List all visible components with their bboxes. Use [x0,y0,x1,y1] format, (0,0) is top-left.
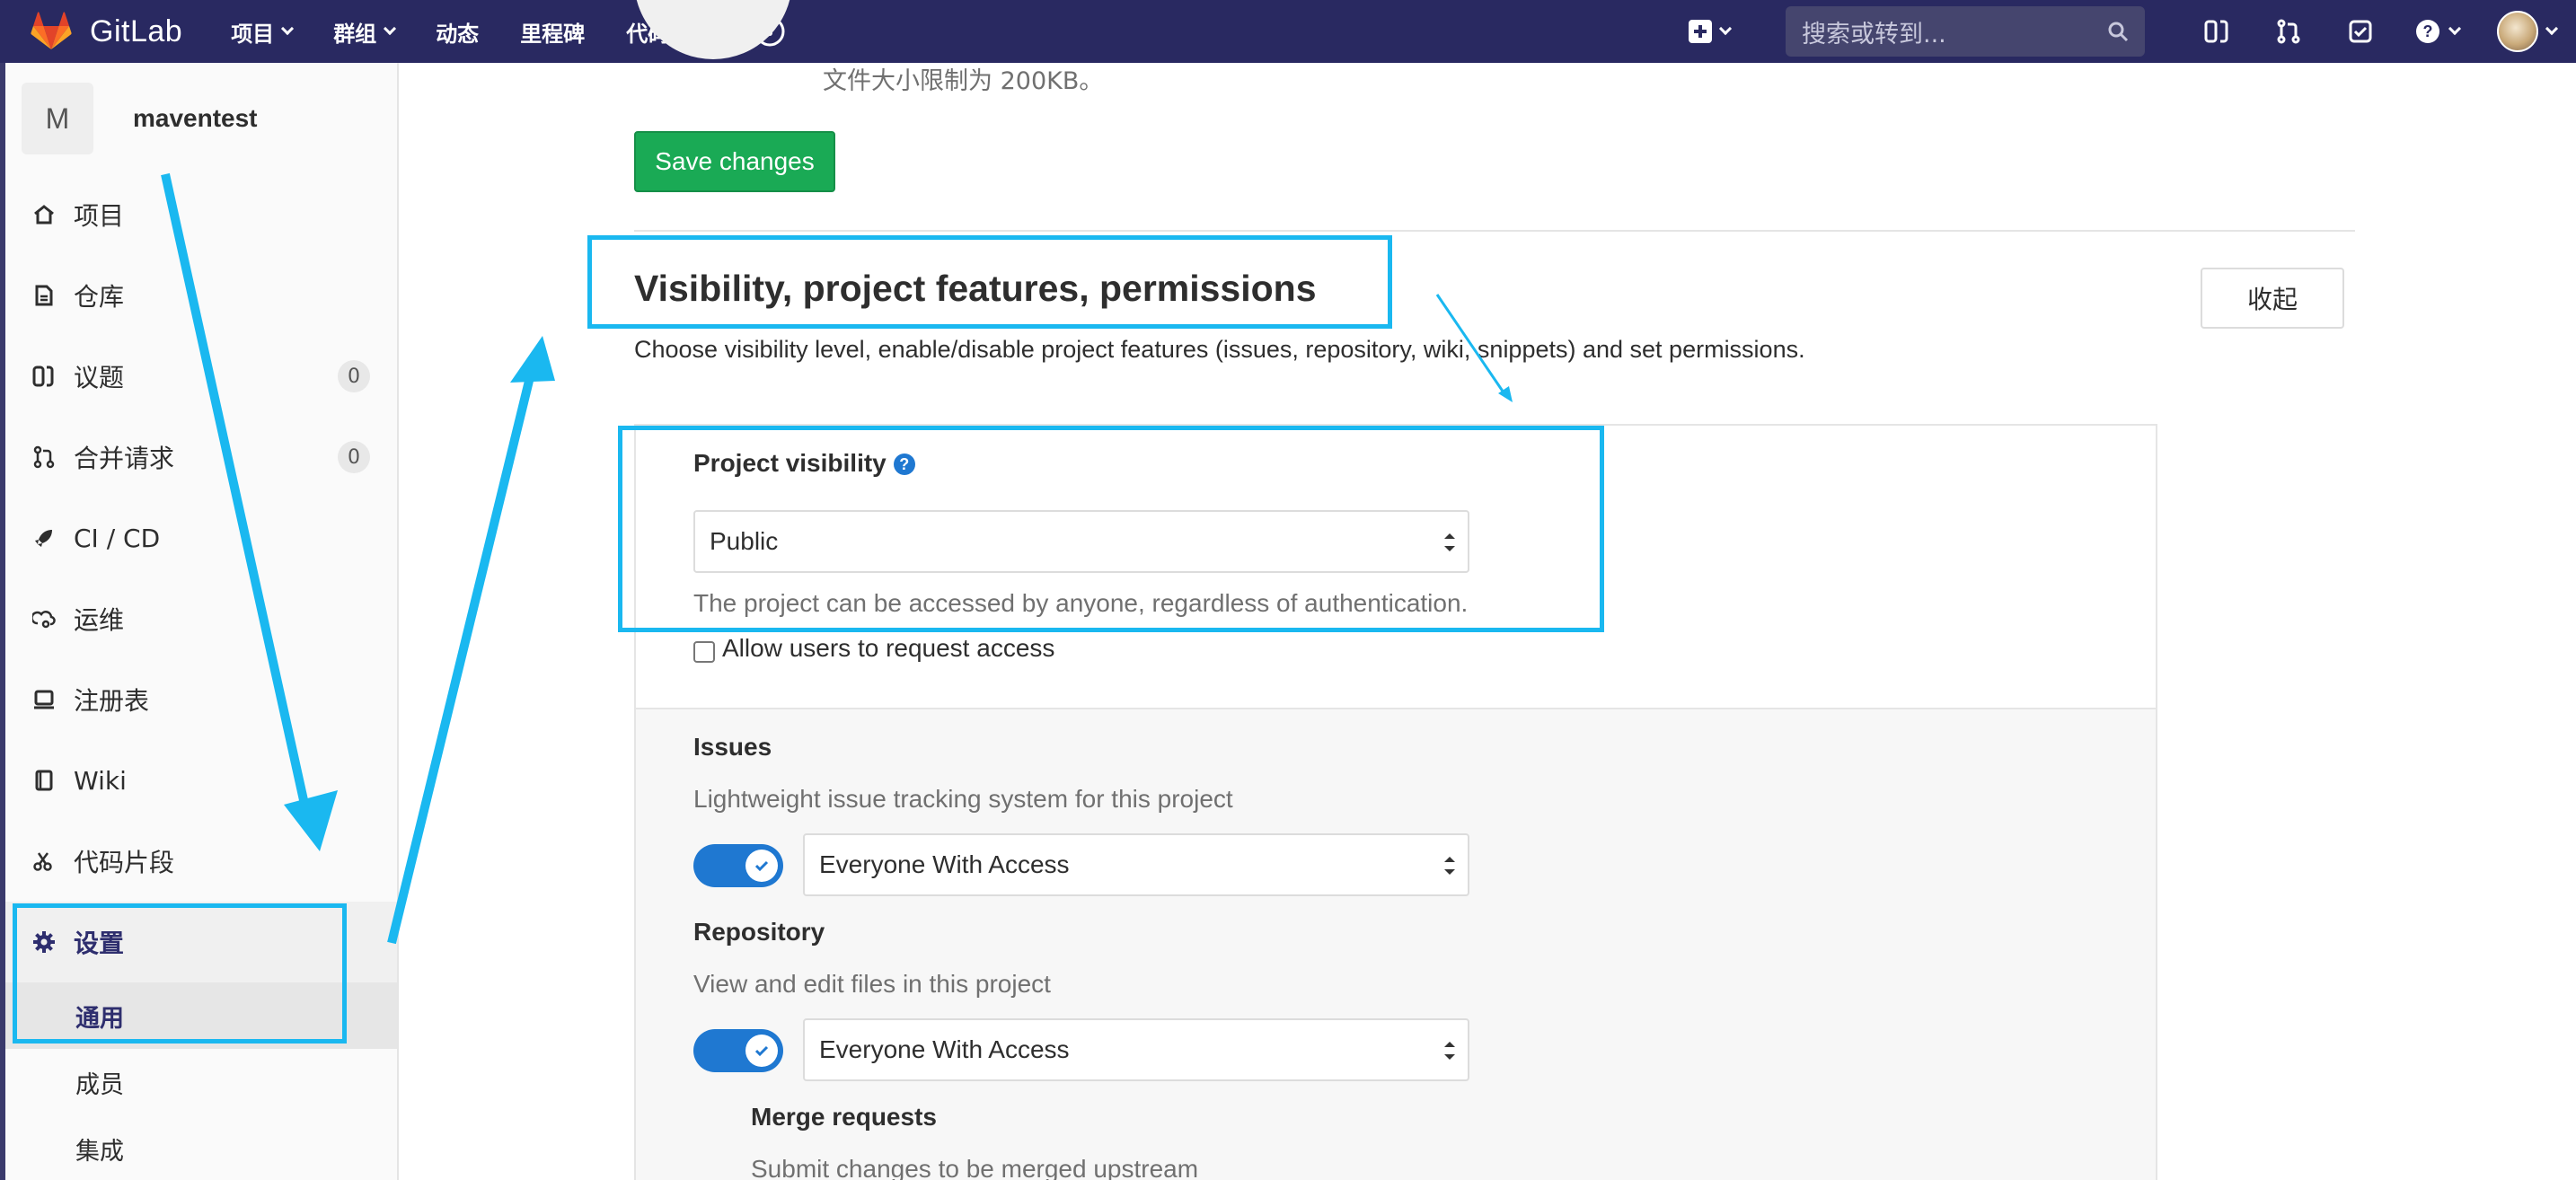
plus-icon [1689,20,1712,43]
annotation-box-settings [13,903,347,1044]
sidebar-item-label: 议题 [74,363,125,392]
issues-icon [2204,20,2228,43]
issues-access-value: Everyone With Access [819,850,1070,878]
sidebar-item-cicd[interactable]: CI / CD [0,498,397,578]
project-name: maventest [133,104,258,132]
search-icon [2108,22,2129,42]
repository-toggle[interactable] [693,1029,783,1072]
merge-request-icon [2277,19,2300,44]
help-dropdown[interactable]: ? [2396,18,2477,45]
save-changes-button[interactable]: Save changes [634,131,835,192]
nav-groups-label: 群组 [333,21,377,47]
operations-icon [32,611,56,629]
sidebar-item-merge-requests[interactable]: 合并请求 0 [0,417,397,498]
user-avatar [2497,11,2538,52]
chevron-down-icon [384,22,397,36]
issues-icon [32,365,54,387]
chevron-down-icon [2448,22,2462,36]
gitlab-logo[interactable]: GitLab [31,12,182,51]
merge-request-icon [33,445,55,469]
project-avatar: M [22,83,93,154]
sidebar-item-label: 合并请求 [74,444,175,473]
merge-requests-count-badge: 0 [338,441,370,473]
features-section: Issues Lightweight issue tracking system… [636,708,2156,1180]
sidebar-item-label: 运维 [74,605,125,635]
sidebar-item-wiki[interactable]: Wiki [0,740,397,821]
sidebar-item-project[interactable]: 项目 [0,174,397,255]
merge-requests-label: Merge requests [751,1103,937,1131]
arrow-up-to-section [387,336,555,945]
check-icon [754,860,769,872]
repository-label: Repository [693,918,825,946]
todo-check-icon [2349,20,2372,43]
chevron-down-icon [1718,22,1733,36]
sidebar-item-label: 代码片段 [74,848,175,877]
registry-icon [34,690,54,709]
sidebar-project-header[interactable]: M maventest [0,63,397,174]
sidebar-item-label: 仓库 [74,282,125,312]
new-dropdown[interactable] [1678,20,1741,43]
repository-access-select[interactable]: Everyone With Access [803,1018,1469,1081]
issues-description: Lightweight issue tracking system for th… [693,785,1233,813]
toggle-knob [745,850,778,882]
nav-milestones[interactable]: 里程碑 [520,16,585,48]
sidebar-item-snippets[interactable]: 代码片段 [0,821,397,902]
avatar-size-hint: 文件大小限制为 200KB。 [823,67,1104,95]
check-icon [754,1045,769,1057]
issues-label: Issues [693,733,772,761]
brand-name: GitLab [90,13,183,48]
top-navbar: GitLab 项目 群组 动态 里程碑 代码片段 搜索或转到... ? [0,0,2576,63]
nav-activity[interactable]: 动态 [436,16,479,48]
section-description: Choose visibility level, enable/disable … [634,336,1805,363]
user-menu[interactable] [2477,11,2576,52]
toggle-knob [745,1035,778,1067]
sidebar-item-label: CI / CD [74,523,161,553]
nav-issues[interactable] [2181,18,2253,45]
sidebar-subitem-members[interactable]: 成员 [0,1049,397,1115]
nav-projects-label: 项目 [231,21,275,47]
repository-access-value: Everyone With Access [819,1035,1070,1063]
sidebar-item-label: Wiki [74,765,127,796]
collapse-button[interactable]: 收起 [2201,268,2344,329]
file-icon [35,285,53,306]
sidebar-item-registry[interactable]: 注册表 [0,659,397,740]
nav-todos[interactable] [2325,18,2396,45]
request-access-checkbox[interactable] [693,641,715,663]
issues-count-badge: 0 [338,360,370,392]
tanuki-icon [31,12,72,49]
issues-access-select[interactable]: Everyone With Access [803,833,1469,896]
svg-text:?: ? [2423,22,2433,40]
home-icon [34,205,54,225]
search-placeholder: 搜索或转到... [1802,20,1946,48]
request-access-label: Allow users to request access [722,634,1055,662]
chevron-down-icon [281,22,295,36]
nav-merge-requests[interactable] [2253,18,2325,45]
chevron-down-icon [2545,22,2559,36]
scissors-icon [33,852,52,871]
book-icon [35,770,53,791]
help-icon: ? [2416,20,2439,43]
annotation-box-visibility [618,426,1604,632]
merge-requests-description: Submit changes to be merged upstream [751,1155,1199,1180]
sidebar-item-label: 项目 [74,201,125,231]
sidebar-item-label: 注册表 [74,686,150,716]
select-arrows-icon [1444,1042,1455,1060]
repository-description: View and edit files in this project [693,970,1051,998]
annotation-box-section-title [587,235,1392,329]
sidebar-item-repository[interactable]: 仓库 [0,255,397,336]
search-input[interactable]: 搜索或转到... [1786,6,2145,57]
nav-projects[interactable]: 项目 [231,16,295,48]
sidebar-subitem-integrations[interactable]: 集成 [0,1115,397,1180]
section-divider [634,230,2355,232]
rocket-icon [35,530,52,547]
nav-groups[interactable]: 群组 [333,16,397,48]
sidebar-item-issues[interactable]: 议题 0 [0,336,397,417]
sidebar-edge [0,63,5,1180]
sidebar-item-operations[interactable]: 运维 [0,578,397,659]
select-arrows-icon [1444,857,1455,875]
issues-toggle[interactable] [693,844,783,887]
